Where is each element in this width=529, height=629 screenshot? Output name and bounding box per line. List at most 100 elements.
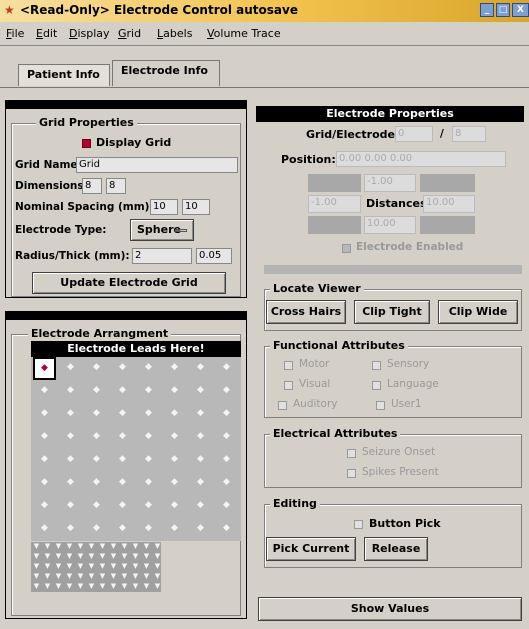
electrode-cell-34[interactable]: ◆	[59, 449, 82, 472]
mini-electrode-cell[interactable]: ▼	[141, 552, 152, 561]
electrode-cell-45[interactable]: ◆	[137, 472, 160, 495]
electrode-cell-56[interactable]: ◆	[215, 495, 238, 518]
tab-electrode-info[interactable]: Electrode Info	[112, 60, 220, 86]
electrode-cell-64[interactable]: ◆	[215, 518, 238, 541]
mini-electrode-cell[interactable]: ▼	[75, 562, 86, 571]
sensory-checkbox[interactable]	[372, 361, 381, 370]
electrode-cell-32[interactable]: ◆	[215, 426, 238, 449]
seizure-onset-checkbox[interactable]	[347, 449, 356, 458]
electrode-cell-52[interactable]: ◆	[111, 495, 134, 518]
distance-bottom-input[interactable]: 10.00	[364, 216, 416, 234]
electrode-cell-1[interactable]: ◆	[33, 357, 56, 380]
distance-left-input[interactable]: -1.00	[308, 195, 361, 213]
electrode-cell-54[interactable]: ◆	[163, 495, 186, 518]
electrode-cell-41[interactable]: ◆	[33, 472, 56, 495]
electrode-cell-29[interactable]: ◆	[137, 426, 160, 449]
electrode-cell-25[interactable]: ◆	[33, 426, 56, 449]
electrode-cell-9[interactable]: ◆	[33, 380, 56, 403]
title-bar[interactable]: ★ <Read-Only> Electrode Control autosave…	[0, 0, 529, 22]
menu-labels[interactable]: Labels	[157, 27, 192, 40]
close-icon[interactable]: X	[512, 3, 529, 17]
mini-electrode-cell[interactable]: ▼	[141, 562, 152, 571]
electrode-cell-57[interactable]: ◆	[33, 518, 56, 541]
mini-electrode-cell[interactable]: ▼	[119, 582, 130, 591]
electrode-cell-39[interactable]: ◆	[189, 449, 212, 472]
cross-hairs-button[interactable]: Cross Hairs	[266, 300, 346, 324]
mini-electrode-cell[interactable]: ▼	[42, 552, 53, 561]
mini-electrode-cell[interactable]: ▼	[86, 572, 97, 581]
menu-volume-trace[interactable]: Volume Trace	[207, 27, 281, 40]
electrode-cell-18[interactable]: ◆	[59, 403, 82, 426]
thickness-input[interactable]: 0.05	[196, 248, 232, 264]
mini-electrode-cell[interactable]: ▼	[86, 562, 97, 571]
mini-electrode-cell[interactable]: ▼	[53, 542, 64, 551]
electrode-cell-26[interactable]: ◆	[59, 426, 82, 449]
mini-electrode-cell[interactable]: ▼	[130, 542, 141, 551]
electrode-cell-4[interactable]: ◆	[111, 357, 134, 380]
mini-electrode-cell[interactable]: ▼	[31, 562, 42, 571]
mini-electrode-cell[interactable]: ▼	[130, 562, 141, 571]
menu-display[interactable]: Display	[69, 27, 110, 40]
electrode-cell-63[interactable]: ◆	[189, 518, 212, 541]
mini-electrode-cell[interactable]: ▼	[86, 582, 97, 591]
mini-electrode-cell[interactable]: ▼	[42, 562, 53, 571]
mini-electrode-cell[interactable]: ▼	[86, 542, 97, 551]
mini-electrode-cell[interactable]: ▼	[152, 562, 163, 571]
mini-electrode-cell[interactable]: ▼	[130, 582, 141, 591]
mini-electrode-cell[interactable]: ▼	[42, 582, 53, 591]
auditory-checkbox[interactable]	[278, 401, 287, 410]
mini-electrode-cell[interactable]: ▼	[86, 552, 97, 561]
electrode-cell-24[interactable]: ◆	[215, 403, 238, 426]
clip-tight-button[interactable]: Clip Tight	[354, 300, 430, 324]
electrode-cell-11[interactable]: ◆	[85, 380, 108, 403]
electrode-cell-8[interactable]: ◆	[215, 357, 238, 380]
electrode-cell-23[interactable]: ◆	[189, 403, 212, 426]
electrode-cell-21[interactable]: ◆	[137, 403, 160, 426]
electrode-cell-59[interactable]: ◆	[85, 518, 108, 541]
electrode-type-select[interactable]: Sphere	[130, 219, 194, 241]
electrode-enabled-checkbox[interactable]	[342, 244, 351, 253]
electrode-cell-49[interactable]: ◆	[33, 495, 56, 518]
distance-right-input[interactable]: 10.00	[423, 195, 475, 213]
electrode-cell-36[interactable]: ◆	[111, 449, 134, 472]
pick-current-button[interactable]: Pick Current	[266, 537, 356, 561]
electrode-cell-62[interactable]: ◆	[163, 518, 186, 541]
electrode-cell-37[interactable]: ◆	[137, 449, 160, 472]
mini-electrode-cell[interactable]: ▼	[108, 552, 119, 561]
electrode-cell-47[interactable]: ◆	[189, 472, 212, 495]
electrode-cell-48[interactable]: ◆	[215, 472, 238, 495]
electrode-cell-44[interactable]: ◆	[111, 472, 134, 495]
spacing-y-input[interactable]: 10	[182, 199, 210, 215]
display-grid-checkbox[interactable]	[82, 139, 91, 148]
user1-checkbox[interactable]	[376, 401, 385, 410]
mini-electrode-cell[interactable]: ▼	[53, 552, 64, 561]
mini-electrode-cell[interactable]: ▼	[108, 542, 119, 551]
dimension-y-input[interactable]: 8	[106, 178, 126, 194]
mini-electrode-cell[interactable]: ▼	[31, 572, 42, 581]
show-values-button[interactable]: Show Values	[258, 597, 522, 621]
grid-index-input[interactable]: 0	[395, 126, 433, 142]
electrode-cell-15[interactable]: ◆	[189, 380, 212, 403]
grid-name-input[interactable]: Grid	[76, 157, 238, 173]
tab-patient-info[interactable]: Patient Info	[18, 64, 110, 86]
mini-electrode-cell[interactable]: ▼	[97, 582, 108, 591]
mini-electrode-cell[interactable]: ▼	[152, 582, 163, 591]
mini-electrode-cell[interactable]: ▼	[31, 582, 42, 591]
clip-wide-button[interactable]: Clip Wide	[438, 300, 518, 324]
electrode-cell-14[interactable]: ◆	[163, 380, 186, 403]
update-electrode-grid-button[interactable]: Update Electrode Grid	[32, 272, 226, 294]
mini-electrode-cell[interactable]: ▼	[75, 542, 86, 551]
language-checkbox[interactable]	[372, 381, 381, 390]
mini-electrode-cell[interactable]: ▼	[130, 572, 141, 581]
mini-electrode-cell[interactable]: ▼	[141, 542, 152, 551]
mini-electrode-cell[interactable]: ▼	[64, 582, 75, 591]
electrode-cell-19[interactable]: ◆	[85, 403, 108, 426]
dimension-x-input[interactable]: 8	[82, 178, 102, 194]
electrode-cell-12[interactable]: ◆	[111, 380, 134, 403]
mini-electrode-cell[interactable]: ▼	[152, 552, 163, 561]
electrode-cell-2[interactable]: ◆	[59, 357, 82, 380]
electrode-cell-13[interactable]: ◆	[137, 380, 160, 403]
mini-electrode-cell[interactable]: ▼	[42, 542, 53, 551]
electrode-cell-3[interactable]: ◆	[85, 357, 108, 380]
release-button[interactable]: Release	[364, 537, 428, 561]
